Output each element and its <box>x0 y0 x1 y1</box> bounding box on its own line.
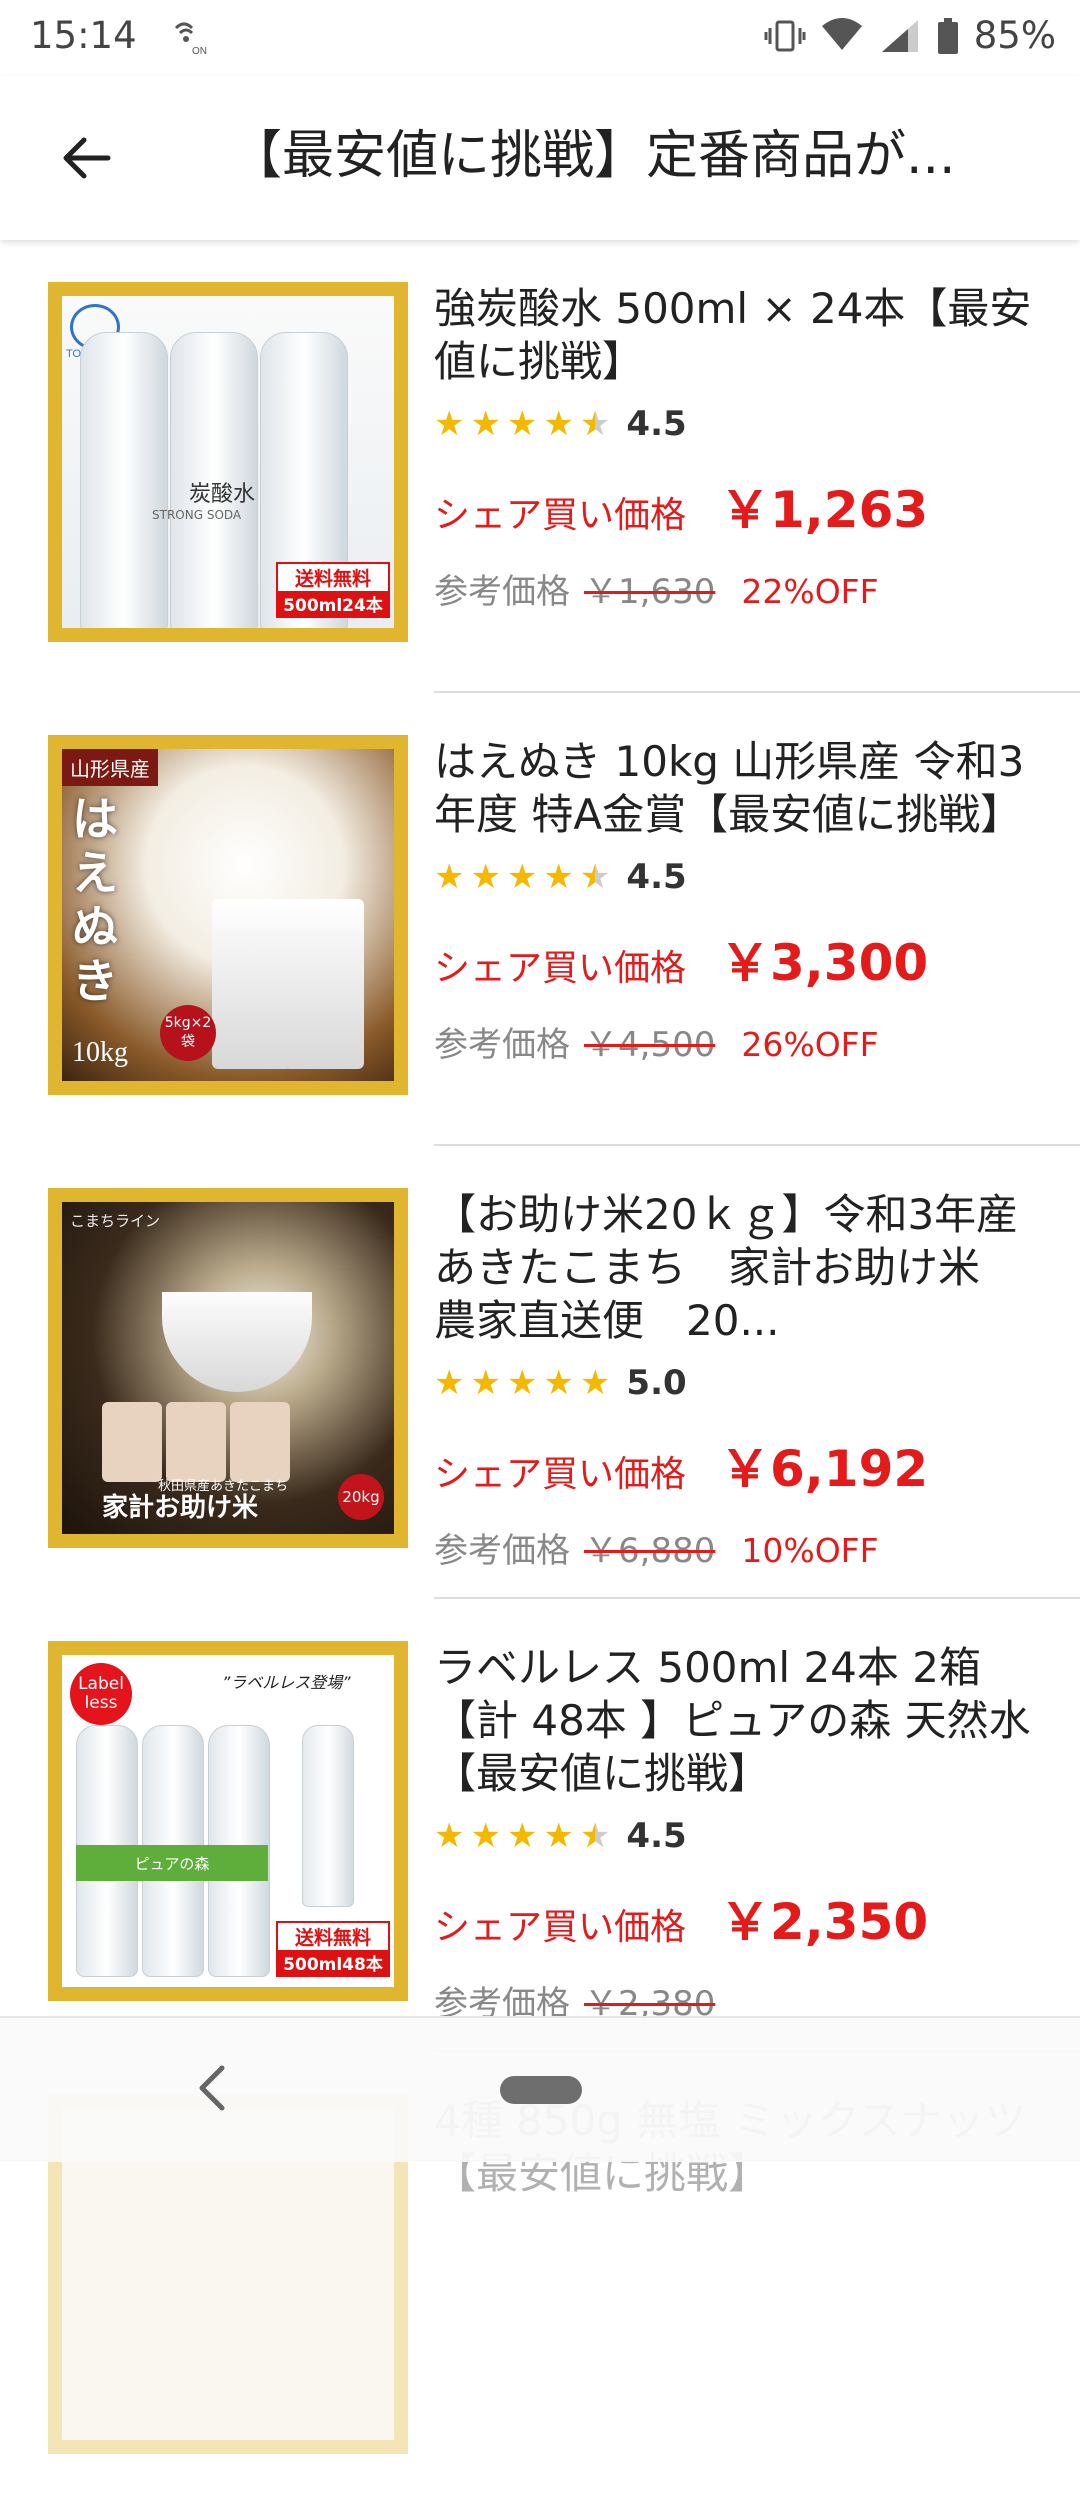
app-bar: 【最安値に挑戦】定番商品が... <box>0 76 1080 240</box>
pack-badge: 5kg×2袋 <box>160 1005 216 1061</box>
share-price: ￥6,192 <box>720 1440 929 1498</box>
nfc-icon: ON <box>170 18 210 62</box>
brand-label: 家計お助け米 <box>102 1493 259 1523</box>
product-item[interactable]: 山形県産 はえぬき 10kg 5kg×2袋 はえぬき 10kg 山形県産 令和3… <box>0 693 1080 1146</box>
product-image[interactable]: こまちライン 秋田県産あきたこまち 家計お助け米 20kg <box>48 1188 408 1548</box>
product-item[interactable]: こまちライン 秋田県産あきたこまち 家計お助け米 20kg 【お助け米20ｋｇ】… <box>0 1146 1080 1599</box>
brand-vertical-text: はえぬき <box>72 794 118 1007</box>
product-item[interactable]: Label less ”ラベルレス登場” ピュアの森 送料無料 500ml48本… <box>0 1599 1080 2052</box>
reference-price: ￥1,630 <box>584 572 716 612</box>
product-image[interactable]: Label less ”ラベルレス登場” ピュアの森 送料無料 500ml48本 <box>48 1641 408 2001</box>
share-price-label: シェア買い価格 <box>434 495 687 536</box>
back-button[interactable] <box>44 116 128 200</box>
star-rating-icon: ★ ★ ★ ★ ★ <box>434 404 610 444</box>
rating-value: 4.5 <box>626 1816 687 1856</box>
bottle-sublabel: STRONG SODA <box>152 508 242 522</box>
nav-back-button[interactable] <box>188 2058 238 2118</box>
labelless-badge: Label less <box>70 1663 132 1725</box>
product-rating: ★★★★★ 4.5 <box>434 857 1044 897</box>
battery-icon <box>937 17 958 54</box>
discount-badge: 10%OFF <box>741 1531 879 1570</box>
product-name[interactable]: はえぬき 10kg 山形県産 令和3年度 特A金賞【最安値に挑戦】 <box>434 735 1044 841</box>
reference-price-label: 参考価格 <box>434 1531 570 1571</box>
rating-value: 5.0 <box>626 1363 687 1403</box>
share-price-label: シェア買い価格 <box>434 1454 687 1495</box>
product-image[interactable]: TOMOMASU 炭酸水 STRONG SODA 送料無料 500ml24本 <box>48 282 408 642</box>
product-rating: ★★★★★ 4.5 <box>434 1816 1044 1856</box>
svg-text:ON: ON <box>192 46 207 57</box>
battery-percent: 85% <box>973 14 1056 57</box>
product-rating: ★★★★★ 4.5 <box>434 404 1044 444</box>
product-list: TOMOMASU 炭酸水 STRONG SODA 送料無料 500ml24本 強… <box>0 240 1080 2505</box>
weight-label: 10kg <box>72 1037 128 1068</box>
reference-price-label: 参考価格 <box>434 1025 570 1065</box>
weight-badge: 20kg <box>338 1474 384 1520</box>
share-price-label: シェア買い価格 <box>434 1907 687 1948</box>
status-time: 15:14 <box>30 14 137 57</box>
star-rating-icon: ★ ★ ★ ★ ★ <box>434 1363 611 1403</box>
product-rating: ★ ★ ★ ★ ★ 5.0 <box>434 1363 1044 1403</box>
nav-home-button[interactable] <box>500 2076 582 2104</box>
star-rating-icon: ★ ★ ★ ★ ★ <box>434 1816 610 1856</box>
product-image[interactable]: 山形県産 はえぬき 10kg 5kg×2袋 <box>48 735 408 1095</box>
shipping-badge: 送料無料 500ml48本 <box>276 1921 390 1977</box>
share-price: ￥1,263 <box>720 481 929 539</box>
arrow-left-icon <box>63 137 111 179</box>
share-price-label: シェア買い価格 <box>434 948 687 989</box>
status-bar: 15:14 ON 85% <box>0 0 1080 76</box>
product-name[interactable]: ラベルレス 500ml 24本 2箱【計 48本 】ピュアの森 天然水【最安値に… <box>434 1641 1044 1800</box>
share-price: ￥3,300 <box>720 934 929 992</box>
reference-price-label: 参考価格 <box>434 572 570 612</box>
rating-value: 4.5 <box>626 404 687 444</box>
shipping-badge: 送料無料 500ml24本 <box>276 562 390 618</box>
new-caption: ”ラベルレス登場” <box>222 1673 351 1692</box>
page-title: 【最安値に挑戦】定番商品が... <box>230 126 956 186</box>
vibrate-icon <box>764 20 806 51</box>
system-nav-bar <box>0 2016 1080 2162</box>
status-icons: 85% <box>764 14 1056 57</box>
wifi-icon <box>821 17 862 50</box>
product-name[interactable]: 強炭酸水 500ml × 24本【最安値に挑戦】 <box>434 282 1044 388</box>
rating-value: 4.5 <box>626 857 687 897</box>
share-price: ￥2,350 <box>720 1893 929 1951</box>
region-badge: 山形県産 <box>62 749 158 786</box>
reference-price: ￥6,880 <box>584 1531 716 1571</box>
discount-badge: 22%OFF <box>741 572 879 611</box>
reference-price: ￥4,500 <box>584 1025 716 1065</box>
discount-badge: 26%OFF <box>741 1025 879 1064</box>
signal-icon <box>881 19 918 52</box>
bottle-label: ピュアの森 <box>134 1854 210 1873</box>
product-name[interactable]: 【お助け米20ｋｇ】令和3年産 あきたこまち 家計お助け米 農家直送便 20..… <box>434 1188 1044 1347</box>
line-tag: こまちライン <box>70 1212 161 1230</box>
chevron-left-icon <box>199 2065 225 2111</box>
product-item[interactable]: TOMOMASU 炭酸水 STRONG SODA 送料無料 500ml24本 強… <box>0 240 1080 693</box>
star-rating-icon: ★ ★ ★ ★ ★ <box>434 857 610 897</box>
